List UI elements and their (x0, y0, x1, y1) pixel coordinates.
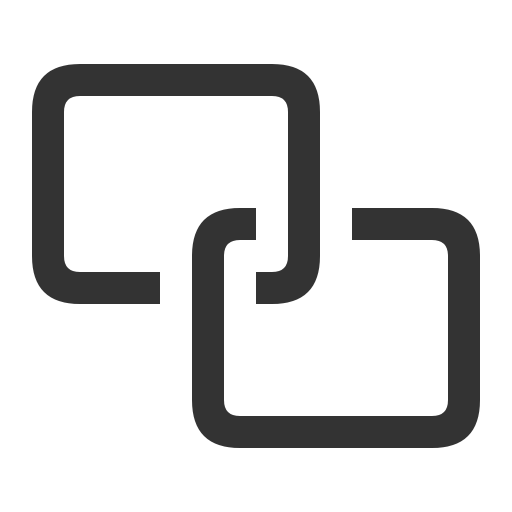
link-left-loop (32, 64, 320, 304)
icon-canvas (0, 0, 512, 512)
link-icon (0, 0, 512, 512)
link-right-loop (192, 208, 480, 448)
